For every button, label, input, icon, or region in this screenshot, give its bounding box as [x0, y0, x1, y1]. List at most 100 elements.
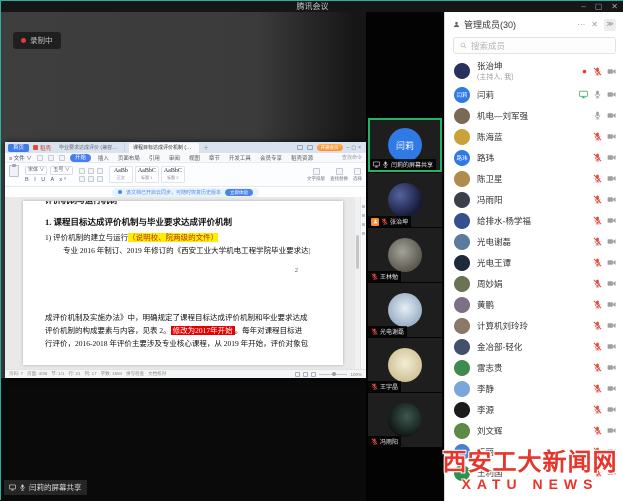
search-input[interactable]: 搜索成员: [453, 37, 616, 54]
status-item-1: 页面: 4/36: [27, 371, 47, 377]
participant-row-10[interactable]: 周妙娟: [445, 273, 623, 294]
avatar: [454, 192, 470, 208]
view-mode-icon-1[interactable]: [295, 372, 300, 377]
muted-mic-icon: [593, 216, 602, 225]
align-left-icon[interactable]: [79, 168, 85, 174]
more-icon[interactable]: ⋯: [577, 20, 585, 30]
wps-paste-group[interactable]: [9, 165, 19, 184]
wps-menu-item-7[interactable]: 开发工具: [227, 154, 253, 162]
participant-row-13[interactable]: 金冶部-轻化: [445, 336, 623, 357]
view-mode-icon-3[interactable]: [311, 372, 316, 377]
participant-row-18[interactable]: 王丽: [445, 441, 623, 462]
indent-icon[interactable]: [97, 176, 103, 182]
wps-menu-item-8[interactable]: 会员专享: [258, 154, 284, 162]
format-buttons[interactable]: B I U A x²: [25, 177, 68, 183]
video-tile-1[interactable]: 张治坤: [368, 173, 442, 227]
wps-menu-item-2[interactable]: 页面布局: [116, 154, 142, 162]
style-box-2[interactable]: AaBbC标题 2: [161, 166, 185, 183]
participant-row-5[interactable]: 陈卫星: [445, 168, 623, 189]
wps-tabbar: 首页 稻壳 毕业要求达成评价 (兼容模式) 课程目标达成评价机制 (兼容模式) …: [5, 142, 366, 153]
member-panel: 管理成员(30) ⋯ ✕ ≫ 搜索成员 张治坤(主持人, 我)闫莉闫莉机电—刘军…: [444, 12, 623, 501]
number-list-icon[interactable]: [88, 176, 94, 182]
participant-row-14[interactable]: 雷志贵: [445, 357, 623, 378]
avatar: [454, 63, 470, 79]
align-center-icon[interactable]: [88, 168, 94, 174]
participant-row-7[interactable]: 给排水-杨学福: [445, 210, 623, 231]
participant-row-0[interactable]: 张治坤(主持人, 我): [445, 58, 623, 84]
wps-find-command[interactable]: 查找命令: [342, 154, 362, 161]
toolbar-tool-1[interactable]: 查找替换: [330, 168, 348, 182]
wps-file-menu[interactable]: ≡ 文件 ∨: [9, 154, 32, 162]
participant-row-15[interactable]: 李静: [445, 378, 623, 399]
wps-layout-icon[interactable]: [297, 145, 303, 150]
participant-row-3[interactable]: 陈海蓝: [445, 126, 623, 147]
participant-row-17[interactable]: 刘文辉: [445, 420, 623, 441]
wps-doc-tab-1[interactable]: 毕业要求达成评价 (兼容模式): [55, 143, 125, 152]
wps-menubar: ≡ 文件 ∨ 开始插入页面布局引用审阅视图章节开发工具会员专享稻壳资源 查找命令: [5, 153, 366, 163]
style-box-0[interactable]: AaBb正文: [109, 166, 133, 183]
muted-mic-icon: [371, 273, 378, 280]
wps-member-button[interactable]: 开通会员: [317, 144, 343, 151]
wps-doc-tab-2[interactable]: 课程目标达成评价机制 (兼容模式): [129, 143, 199, 153]
participant-row-19[interactable]: 王利国: [445, 462, 623, 483]
wps-menu-item-4[interactable]: 审阅: [167, 154, 182, 162]
share-banner: 闫莉的屏幕共享: [4, 480, 87, 495]
participant-row-6[interactable]: 冯雨阳: [445, 189, 623, 210]
video-tile-0[interactable]: 闫莉闫莉的屏幕共享: [368, 118, 442, 172]
muted-mic-icon: [593, 258, 602, 267]
wps-undo-icon[interactable]: [59, 155, 65, 161]
wps-print-icon[interactable]: [48, 155, 54, 161]
wps-home-button[interactable]: 首页: [8, 144, 29, 152]
wps-docer-tab[interactable]: 稻壳: [33, 144, 51, 152]
wps-menu-item-6[interactable]: 章节: [207, 154, 222, 162]
muted-mic-icon: [371, 438, 378, 445]
banner-dot-icon: [118, 190, 122, 194]
status-item-4: 列: 17: [85, 371, 97, 377]
wps-window-controls[interactable]: –▢×: [347, 145, 363, 151]
paste-icon[interactable]: [9, 165, 19, 177]
participant-row-8[interactable]: 光电谢磊: [445, 231, 623, 252]
avatar: [454, 171, 470, 187]
participant-row-1[interactable]: 闫莉闫莉: [445, 84, 623, 105]
participant-row-12[interactable]: 计算机刘玲玲: [445, 315, 623, 336]
status-items: 页码: 7页面: 4/36节: 1/1行: 21列: 17字数: 1694拼写检…: [9, 371, 166, 377]
font-name-select[interactable]: 宋体 ∨: [25, 166, 47, 175]
minimize-icon[interactable]: –: [581, 1, 585, 12]
participant-row-16[interactable]: 李源: [445, 399, 623, 420]
wps-menu-item-1[interactable]: 插入: [96, 154, 111, 162]
wps-menu-item-0[interactable]: 开始: [70, 154, 91, 162]
close-icon[interactable]: ✕: [611, 1, 618, 12]
panel-close-icon[interactable]: ✕: [591, 20, 598, 30]
participant-row-2[interactable]: 机电—刘军强: [445, 105, 623, 126]
participant-row-4[interactable]: 路玮路玮: [445, 147, 623, 168]
toolbar-tool-0[interactable]: 文字排版: [307, 168, 325, 182]
video-tile-5[interactable]: 冯雨阳: [368, 393, 442, 447]
participant-row-11[interactable]: 黄鹏: [445, 294, 623, 315]
video-tile-2[interactable]: 王林勉: [368, 228, 442, 282]
panel-collapse-icon[interactable]: ≫: [604, 19, 616, 31]
wps-menu-item-9[interactable]: 稻壳资源: [289, 154, 315, 162]
font-size-select[interactable]: 五号 ∨: [50, 166, 72, 175]
view-mode-icon-2[interactable]: [303, 372, 308, 377]
video-tile-3[interactable]: 光电谢磊: [368, 283, 442, 337]
wps-cloud-banner: 该文档已开启云同步，可随时恢复历史版本 立即体验: [5, 187, 366, 197]
bullet-list-icon[interactable]: [79, 176, 85, 182]
align-right-icon[interactable]: [97, 168, 103, 174]
tile-name: 冯雨阳: [380, 437, 398, 446]
document-page[interactable]: 评价机制与运行机制 1. 课程目标达成评价机制与毕业要求达成评价机制 1) 评价…: [23, 201, 343, 365]
wps-menu-item-3[interactable]: 引用: [147, 154, 162, 162]
style-box-1[interactable]: AaBbC标题 1: [135, 166, 159, 183]
camera-icon: [607, 363, 616, 372]
avatar: [454, 318, 470, 334]
maximize-icon[interactable]: ▢: [595, 1, 603, 12]
wps-history-icon[interactable]: [307, 145, 313, 150]
zoom-slider[interactable]: [319, 374, 347, 375]
toolbar-tool-2[interactable]: 选择: [353, 168, 362, 182]
participant-row-9[interactable]: 光电王谭: [445, 252, 623, 273]
wps-menu-item-5[interactable]: 视图: [187, 154, 202, 162]
wps-save-icon[interactable]: [37, 155, 43, 161]
video-tile-4[interactable]: 王宇晶: [368, 338, 442, 392]
avatar: 闫莉: [388, 128, 422, 162]
banner-button[interactable]: 立即体验: [225, 189, 253, 196]
wps-new-tab-icon[interactable]: ＋: [203, 143, 209, 152]
